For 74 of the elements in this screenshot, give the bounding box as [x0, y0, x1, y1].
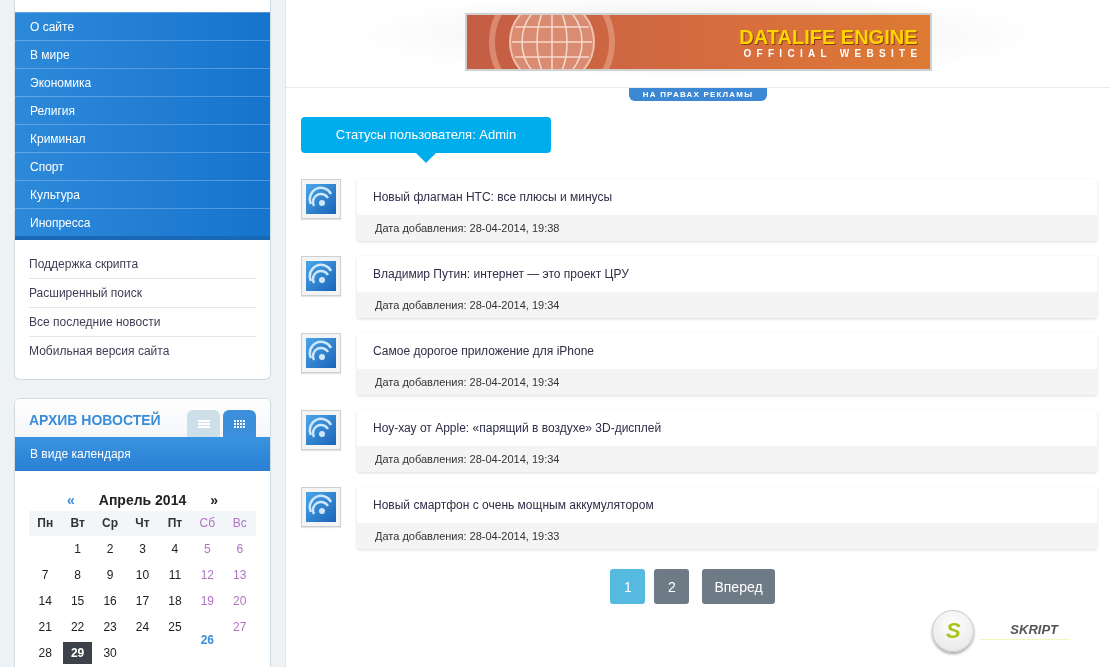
- calendar-day: 22: [63, 616, 93, 638]
- month-title: Апрель 2014: [98, 492, 187, 508]
- logo-badge: S: [932, 610, 975, 652]
- calendar-day: 21: [30, 616, 60, 638]
- calendar-day: 18: [160, 590, 190, 612]
- calendar-day: 6: [225, 538, 255, 560]
- menu-item[interactable]: Криминал: [15, 124, 270, 152]
- calendar-day: 30: [95, 642, 125, 664]
- calendar-day: 24: [128, 616, 157, 638]
- menu-item[interactable]: Экономика: [15, 68, 270, 96]
- menu-item[interactable]: Религия: [15, 96, 270, 124]
- weekday-header: Вт: [61, 511, 94, 536]
- calendar-day[interactable]: 26: [192, 629, 222, 651]
- banner-title: DATALIFE ENGINE: [739, 25, 918, 48]
- weekday-header: Сб: [191, 511, 224, 536]
- calendar-day: 10: [128, 564, 157, 586]
- weekday-header: Ср: [93, 511, 127, 536]
- sidebar-link[interactable]: Мобильная версия сайта: [29, 337, 256, 365]
- calendar-day: 12: [192, 564, 222, 586]
- weekday-header: Пт: [158, 511, 192, 536]
- banner-subtitle: OFFICIAL WEBSITE: [743, 47, 923, 59]
- calendar-day: 13: [225, 564, 255, 586]
- menu-item[interactable]: В мире: [15, 40, 270, 68]
- calendar-day: 27: [225, 616, 255, 638]
- news-date: Дата добавления: 28-04-2014, 19:33: [357, 523, 1097, 549]
- news-date: Дата добавления: 28-04-2014, 19:38: [357, 215, 1097, 241]
- view-mode-bar: В виде календаря: [15, 437, 270, 471]
- calendar-day: 2: [95, 538, 125, 560]
- calendar-day: 11: [160, 564, 190, 586]
- weekday-header: Вс: [223, 511, 256, 536]
- calendar-day: 4: [160, 538, 190, 560]
- news-title-link[interactable]: Владимир Путин: интернет — это проект ЦРУ: [357, 256, 1097, 292]
- calendar-day: 9: [95, 564, 125, 586]
- calendar-day: 1: [63, 538, 93, 560]
- calendar-day: 14: [30, 590, 60, 612]
- calendar-day: 15: [63, 590, 93, 612]
- calendar-day: 7: [30, 564, 60, 586]
- calendar-day: 28: [30, 642, 60, 664]
- calendar-day: 23: [95, 616, 125, 638]
- news-title-link[interactable]: Ноу-хау от Apple: «парящий в воздухе» 3D-дисплей: [357, 410, 1097, 446]
- sidebar-link[interactable]: Поддержка скрипта: [29, 250, 256, 279]
- news-date: Дата добавления: 28-04-2014, 19:34: [357, 292, 1097, 318]
- weekday-header: Пн: [29, 511, 62, 536]
- news-title-link[interactable]: Новый смартфон с очень мощным аккумулятором: [357, 487, 1097, 523]
- archive-title: АРХИВ НОВОСТЕЙ: [29, 412, 161, 428]
- calendar-day: 25: [160, 616, 190, 638]
- page-button[interactable]: 1: [610, 569, 646, 604]
- calendar-day: 5: [192, 538, 222, 560]
- news-date: Дата добавления: 28-04-2014, 19:34: [357, 446, 1097, 472]
- calendar-day: 29: [63, 642, 93, 664]
- previous-month-link[interactable]: «: [66, 492, 75, 508]
- news-title-link[interactable]: Новый флагман HTC: все плюсы и минусы: [357, 179, 1097, 215]
- next-month-link[interactable]: »: [210, 492, 218, 508]
- calendar-day: 20: [225, 590, 255, 612]
- news-date: Дата добавления: 28-04-2014, 19:34: [357, 369, 1097, 395]
- banner-ad[interactable]: DATALIFE ENGINE OFFICIAL WEBSITE: [464, 13, 932, 71]
- logo-text: SKRIPT: [980, 622, 1070, 640]
- calendar-day: 3: [128, 538, 157, 560]
- menu-item[interactable]: О сайте: [15, 12, 270, 40]
- menu-item[interactable]: Спорт: [15, 152, 270, 180]
- menu-item[interactable]: Культура: [15, 180, 270, 208]
- menu-item[interactable]: Инопресса: [15, 208, 270, 236]
- calendar-day: 16: [95, 590, 125, 612]
- weekday-header: Чт: [126, 511, 159, 536]
- next-page-button[interactable]: Вперед: [702, 569, 775, 604]
- calendar-day: 17: [128, 590, 157, 612]
- calendar-day: 19: [192, 590, 222, 612]
- page-button[interactable]: 2: [654, 569, 690, 604]
- sidebar-link[interactable]: Расширенный поиск: [29, 279, 256, 308]
- calendar-day: 8: [63, 564, 93, 586]
- status-heading: Статусы пользователя: Admin: [301, 117, 551, 153]
- news-title-link[interactable]: Самое дорогое приложение для iPhone: [357, 333, 1097, 369]
- ad-label: НА ПРАВАХ РЕКЛАМЫ: [628, 88, 768, 101]
- sidebar-link[interactable]: Все последние новости: [29, 308, 256, 337]
